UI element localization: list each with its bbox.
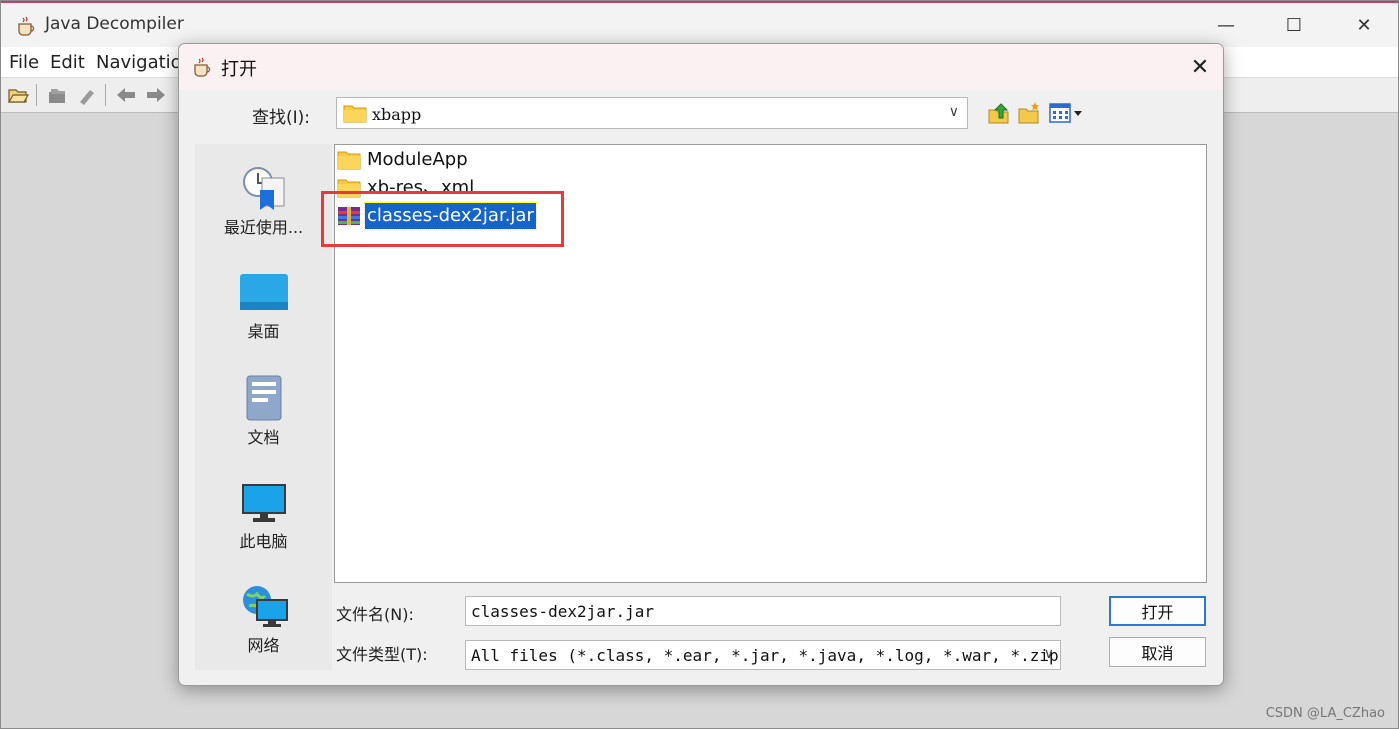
place-this-pc[interactable]: 此电脑 [195, 484, 332, 584]
annotation-highlight-box [321, 191, 564, 247]
network-icon [242, 586, 288, 627]
view-menu-icon[interactable] [1048, 100, 1084, 126]
coffee-cup-icon [18, 16, 35, 36]
menu-navigation[interactable]: Navigatio [96, 52, 182, 73]
dialog-title: 打开 [221, 59, 257, 80]
open-file-dialog: 打开 ✕ 查找(I): xbapp ∨ 最近使用... 桌面 文档 此电脑 网络… [178, 43, 1224, 686]
toolbar-separator [105, 84, 106, 106]
close-files-icon[interactable] [46, 84, 68, 106]
cancel-button[interactable]: 取消 [1109, 637, 1206, 667]
dialog-title-bar: 打开 ✕ [179, 44, 1223, 90]
minimize-button[interactable]: — [1203, 8, 1249, 42]
documents-icon [246, 375, 281, 421]
close-window-button[interactable]: ✕ [1341, 8, 1387, 42]
window-title: Java Decompiler [45, 14, 184, 34]
forward-arrow-icon[interactable] [145, 84, 167, 106]
place-label: 文档 [247, 428, 280, 447]
watermark: CSDN @LA_CZhao [1265, 706, 1385, 721]
look-in-label: 查找(I): [252, 108, 311, 128]
toolbar-separator [36, 84, 37, 106]
recent-items-icon [242, 167, 284, 210]
place-desktop[interactable]: 桌面 [195, 272, 332, 372]
folder-icon [343, 105, 367, 123]
file-type-value: All files (*.class, *.ear, *.jar, *.java… [471, 646, 1061, 665]
coffee-cup-icon [194, 57, 211, 77]
file-name-field[interactable]: classes-dex2jar.jar [465, 596, 1061, 626]
up-one-level-icon[interactable] [986, 100, 1012, 126]
file-type-select[interactable]: All files (*.class, *.ear, *.jar, *.java… [465, 640, 1061, 670]
open-folder-icon[interactable] [7, 84, 29, 106]
file-type-label: 文件类型(T): [336, 645, 428, 664]
maximize-button[interactable]: ☐ [1271, 8, 1317, 42]
place-label: 最近使用... [223, 218, 304, 237]
dialog-close-button[interactable]: ✕ [1177, 48, 1223, 86]
title-bar: Java Decompiler — ☐ ✕ [1, 1, 1398, 47]
menu-edit[interactable]: Edit [50, 52, 85, 73]
back-arrow-icon[interactable] [115, 84, 137, 106]
menu-file[interactable]: File [9, 52, 39, 73]
chevron-down-icon[interactable]: ∨ [949, 104, 959, 120]
places-bar: 最近使用... 桌面 文档 此电脑 网络 [195, 144, 332, 670]
place-label: 此电脑 [239, 532, 288, 551]
place-recent[interactable]: 最近使用... [195, 164, 332, 264]
open-button[interactable]: 打开 [1109, 596, 1206, 626]
desktop-icon [239, 274, 288, 310]
file-name-label: 文件名(N): [336, 605, 414, 624]
new-folder-icon[interactable] [1016, 100, 1042, 126]
look-in-value: xbapp [372, 105, 422, 124]
folder-icon [337, 151, 361, 170]
computer-icon [241, 484, 286, 522]
place-label: 桌面 [247, 322, 280, 341]
place-network[interactable]: 网络 [195, 584, 332, 684]
paste-icon[interactable] [76, 84, 98, 106]
look-in-combobox[interactable]: xbapp ∨ [336, 97, 968, 129]
place-documents[interactable]: 文档 [195, 374, 332, 474]
file-name: ModuleApp [367, 149, 468, 170]
place-label: 网络 [247, 636, 280, 655]
chevron-down-icon[interactable]: ∨ [1044, 646, 1054, 662]
